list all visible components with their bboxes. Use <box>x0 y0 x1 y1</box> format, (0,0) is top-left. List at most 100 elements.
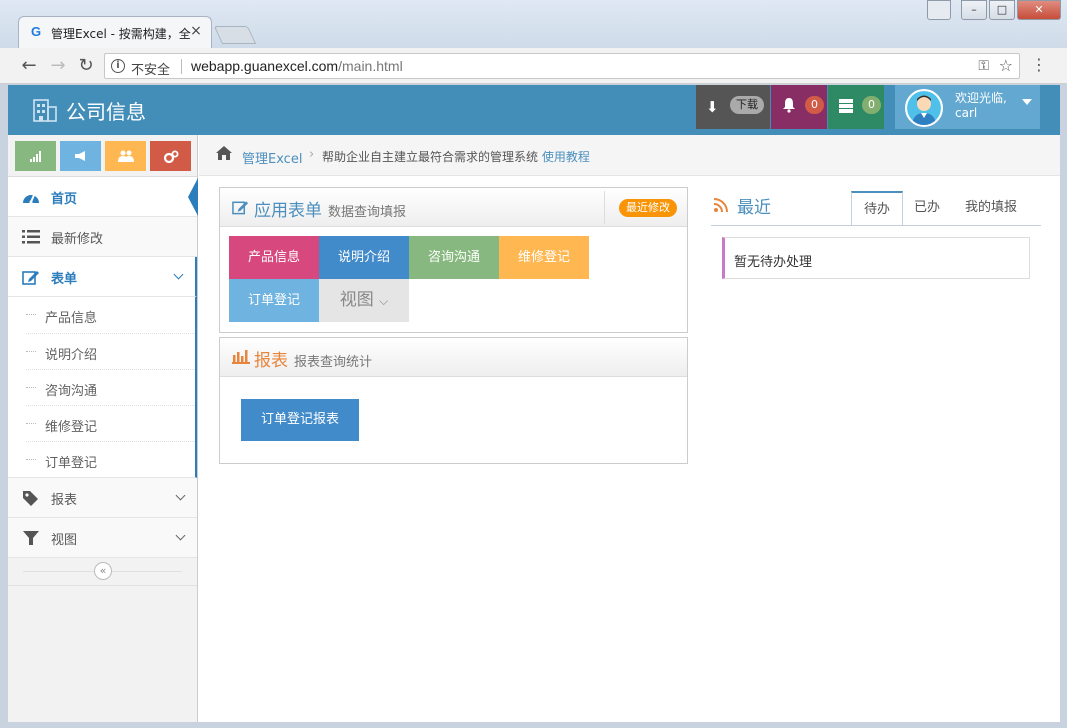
download-icon: ⬇ <box>706 98 719 116</box>
edit-icon <box>22 271 39 285</box>
server-icon <box>839 99 853 113</box>
notifications-count: 0 <box>805 96 824 114</box>
reports-panel-subtitle: 报表查询统计 <box>294 355 373 370</box>
browser-toolbar: ← → ↻ i 不安全 webapp.guanexcel.com/main.ht… <box>0 48 1067 84</box>
forms-panel-title: 应用表单 数据查询填报 <box>254 201 407 221</box>
browser-tab[interactable]: G 管理Excel - 按需构建，全 × <box>18 16 212 48</box>
breadcrumb-home-link[interactable]: 管理Excel <box>242 148 302 167</box>
close-window-button[interactable]: ✕ <box>1017 0 1061 20</box>
signal-shortcut-button[interactable] <box>15 141 56 171</box>
sidebar-item-home[interactable]: 首页 <box>8 177 198 217</box>
tab-my-submissions[interactable]: 我的填报 <box>951 191 1031 225</box>
omnibox-divider <box>181 59 182 74</box>
forms-panel: 应用表单 数据查询填报 最近修改 产品信息 说明介绍 咨询沟通 维修登记 订单登记… <box>219 187 688 333</box>
minimize-button[interactable]: – <box>961 0 987 20</box>
forms-panel-header: 应用表单 数据查询填报 最近修改 <box>220 188 687 227</box>
tag-icon <box>23 491 38 506</box>
recent-changes-badge[interactable]: 最近修改 <box>619 199 677 217</box>
collapse-sidebar-icon[interactable]: « <box>94 562 112 580</box>
not-secure-label: 不安全 <box>131 63 171 78</box>
address-bar[interactable]: i 不安全 webapp.guanexcel.com/main.html ⚿ ☆ <box>104 53 1020 79</box>
sidebar-item-label: 报表 <box>51 493 78 508</box>
tile-product-info[interactable]: 产品信息 <box>229 236 319 279</box>
tile-repair[interactable]: 维修登记 <box>499 236 589 279</box>
sidebar-item-label: 最新修改 <box>51 232 104 247</box>
window-controls: – □ ✕ <box>927 0 1061 20</box>
tab-close-icon[interactable]: × <box>189 24 203 38</box>
breadcrumb-separator: › <box>309 147 315 162</box>
recent-title: 最近 <box>737 198 771 218</box>
app-header: 公司信息 ⬇ 下载 0 0 欢迎光临, carl <box>8 85 1060 135</box>
download-button[interactable]: ⬇ 下载 <box>696 85 770 129</box>
shortcut-buttons <box>8 135 197 177</box>
tab-title: 管理Excel - 按需构建，全 <box>51 27 191 41</box>
chevron-down-icon <box>175 490 186 501</box>
dashboard-icon <box>23 194 39 204</box>
users-shortcut-button[interactable] <box>105 141 146 171</box>
notifications-button[interactable]: 0 <box>771 85 827 129</box>
tutorial-link[interactable]: 使用教程 <box>542 150 590 164</box>
welcome-text: 欢迎光临, carl <box>955 91 1007 120</box>
settings-shortcut-button[interactable] <box>150 141 191 171</box>
submenu-item-order[interactable]: 订单登记 <box>26 441 195 477</box>
submenu-item-repair[interactable]: 维修登记 <box>26 405 195 441</box>
sidebar-item-views[interactable]: 视图 <box>8 518 197 558</box>
browser-titlebar: G 管理Excel - 按需构建，全 × – □ ✕ <box>0 0 1067 48</box>
sidebar-item-forms[interactable]: 表单 <box>8 257 197 297</box>
messages-button[interactable]: 0 <box>828 85 884 129</box>
reports-panel-header: 报表 报表查询统计 <box>220 338 687 377</box>
users-icon <box>117 150 134 162</box>
reload-icon[interactable]: ↻ <box>75 55 97 77</box>
building-icon <box>33 99 57 122</box>
submenu-item-product-info[interactable]: 产品信息 <box>26 297 195 333</box>
reports-panel: 报表 报表查询统计 订单登记报表 <box>219 337 688 464</box>
caret-down-icon <box>1022 99 1032 105</box>
bar-chart-icon <box>232 350 250 364</box>
site-favicon-icon: G <box>31 24 42 39</box>
tile-description[interactable]: 说明介绍 <box>319 236 409 279</box>
key-icon[interactable]: ⚿ <box>978 58 989 74</box>
home-icon[interactable] <box>215 145 233 161</box>
url-text[interactable]: webapp.guanexcel.com/main.html <box>191 58 403 74</box>
chevron-down-icon <box>173 269 184 280</box>
maximize-button[interactable]: □ <box>989 0 1015 20</box>
tab-todo[interactable]: 待办 <box>851 191 903 225</box>
tile-views-dropdown[interactable]: 视图 ⌵ <box>319 279 409 322</box>
submenu-item-consultation[interactable]: 咨询沟通 <box>26 369 195 405</box>
recent-panel: 最近 待办 已办 我的填报 暂无待办处理 <box>711 187 1041 297</box>
avatar <box>905 89 943 127</box>
back-arrow-icon[interactable]: ← <box>18 55 40 77</box>
bullhorn-icon <box>74 151 85 161</box>
sidebar-item-label: 首页 <box>51 192 78 207</box>
cogs-icon <box>163 150 178 164</box>
sidebar-item-label: 视图 <box>51 533 78 548</box>
sidebar-collapse: « <box>8 558 197 586</box>
sidebar-item-recent-changes[interactable]: 最新修改 <box>8 217 197 257</box>
announce-shortcut-button[interactable] <box>60 141 101 171</box>
download-label: 下载 <box>730 96 764 114</box>
bookmark-star-icon[interactable]: ☆ <box>999 56 1013 75</box>
forms-panel-subtitle: 数据查询填报 <box>328 205 407 220</box>
rss-icon <box>713 198 728 213</box>
sidebar: 首页 最新修改 表单 产品信息 说明介绍 咨询沟通 维修登记 订单登记 报表 视… <box>8 135 198 722</box>
order-report-button[interactable]: 订单登记报表 <box>241 399 359 441</box>
todo-empty-message: 暂无待办处理 <box>722 237 1030 279</box>
browser-menu-icon[interactable]: ⋮ <box>1031 55 1047 75</box>
tile-order[interactable]: 订单登记 <box>229 279 319 322</box>
submenu-item-description[interactable]: 说明介绍 <box>26 333 195 369</box>
info-icon[interactable]: i <box>111 59 125 73</box>
breadcrumb-description: 帮助企业自主建立最符合需求的管理系统 使用教程 <box>322 150 590 164</box>
user-menu[interactable]: 欢迎光临, carl <box>895 85 1040 129</box>
forward-arrow-icon[interactable]: → <box>47 55 69 77</box>
sidebar-item-reports[interactable]: 报表 <box>8 478 197 518</box>
filter-icon <box>23 531 39 545</box>
profile-icon[interactable] <box>927 0 951 20</box>
messages-count: 0 <box>862 96 881 114</box>
edit-icon <box>232 201 249 215</box>
tile-consultation[interactable]: 咨询沟通 <box>409 236 499 279</box>
main-content: 管理Excel › 帮助企业自主建立最符合需求的管理系统 使用教程 应用表单 数据… <box>199 135 1060 722</box>
tab-done[interactable]: 已办 <box>903 191 951 225</box>
new-tab-button[interactable] <box>213 26 257 44</box>
reports-panel-title: 报表 报表查询统计 <box>254 351 373 371</box>
chevron-down-icon <box>175 530 186 541</box>
